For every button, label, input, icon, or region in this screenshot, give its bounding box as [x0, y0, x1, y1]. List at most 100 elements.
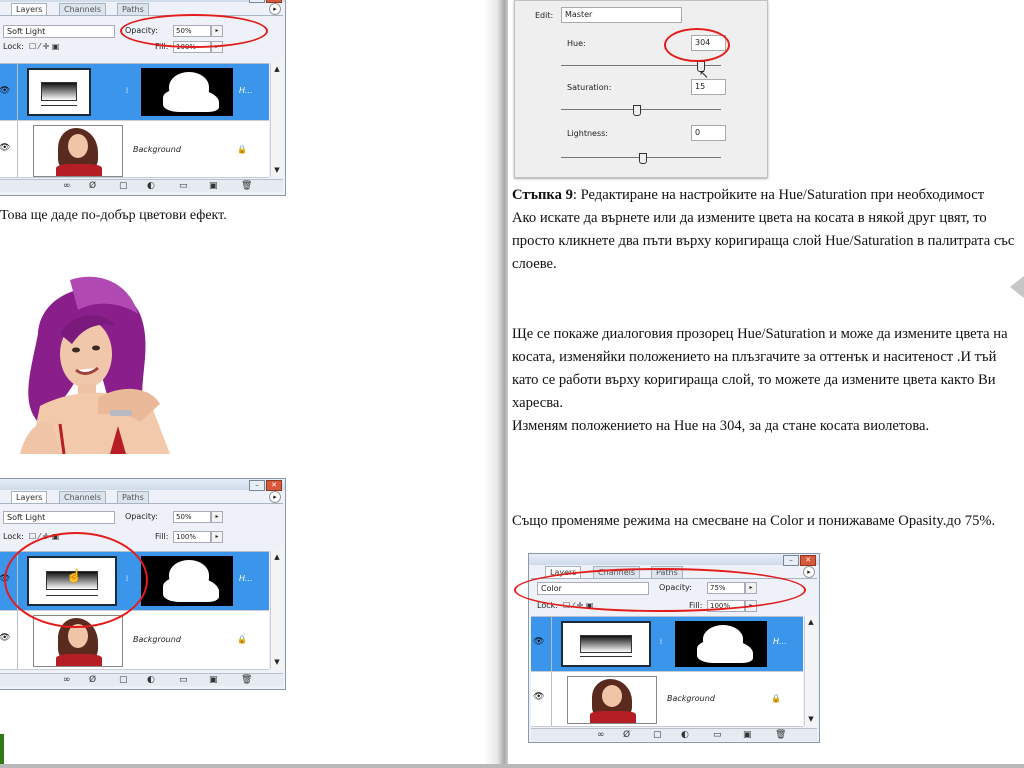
scroll-down-icon[interactable]: ▼	[805, 715, 817, 724]
layer-row-background[interactable]: 👁 Background 🔒	[0, 121, 269, 178]
fill-spin-icon[interactable]: ▸	[745, 600, 757, 612]
fx-icon[interactable]: Ø	[89, 674, 96, 686]
layer-row-hue-saturation[interactable]: 👁 ⁞ H...	[531, 617, 803, 672]
new-layer-icon[interactable]: ▣	[743, 729, 752, 741]
trash-icon[interactable]: 🗑	[241, 180, 252, 192]
fx-icon[interactable]: Ø	[89, 180, 96, 192]
layer-row-hue-saturation[interactable]: 👁 ⁞ H...	[0, 552, 269, 611]
panel-menu-icon[interactable]: ▸	[803, 566, 815, 578]
tab-paths[interactable]: Paths	[117, 491, 149, 503]
layer-mask-thumbnail[interactable]	[141, 556, 233, 606]
layers-scrollbar[interactable]: ▲ ▼	[804, 616, 817, 726]
new-layer-icon[interactable]: ▣	[209, 180, 218, 192]
fill-spin-icon[interactable]: ▸	[211, 41, 223, 53]
layer-mask-thumbnail[interactable]	[675, 621, 767, 667]
fill-spin-icon[interactable]: ▸	[211, 531, 223, 543]
saturation-slider-track[interactable]	[561, 109, 721, 110]
scroll-down-icon[interactable]: ▼	[271, 658, 283, 667]
fill-field[interactable]: 100%	[173, 41, 211, 53]
layer-name[interactable]: Background	[667, 694, 715, 703]
adjustment-thumbnail[interactable]	[561, 621, 651, 667]
tab-layers[interactable]: Layers	[545, 566, 582, 578]
folder-icon[interactable]: ▭	[179, 180, 188, 192]
tab-paths[interactable]: Paths	[117, 3, 149, 15]
scroll-up-icon[interactable]: ▲	[271, 65, 283, 74]
link-chain-icon[interactable]: ⁞	[123, 86, 131, 95]
hue-field[interactable]: 304	[691, 35, 726, 51]
fill-field[interactable]: 100%	[173, 531, 211, 543]
blend-mode-select[interactable]: Soft Light	[3, 25, 115, 38]
adjustment-thumbnail[interactable]	[27, 68, 91, 116]
layers-scrollbar[interactable]: ▲ ▼	[270, 551, 283, 669]
lightness-slider-thumb[interactable]	[639, 153, 647, 164]
layer-name[interactable]: H...	[239, 86, 253, 95]
eye-icon[interactable]: 👁	[0, 86, 15, 96]
lock-icons[interactable]: ☐ ⁄ ✛ ▣	[29, 532, 59, 541]
background-thumbnail[interactable]	[567, 676, 657, 724]
adjustment-icon[interactable]: ◐	[681, 729, 689, 741]
link-icon[interactable]: ∞	[597, 729, 605, 741]
eye-icon[interactable]: 👁	[533, 637, 549, 647]
minimize-button[interactable]: –	[249, 480, 265, 491]
tab-layers[interactable]: Layers	[11, 491, 48, 503]
eye-icon[interactable]: 👁	[0, 574, 15, 584]
saturation-field[interactable]: 15	[691, 79, 726, 95]
link-chain-icon[interactable]: ⁞	[123, 574, 131, 583]
close-button[interactable]: ✕	[266, 480, 282, 491]
eye-icon[interactable]: 👁	[533, 692, 549, 702]
mask-icon[interactable]: ▢	[119, 180, 128, 192]
adjustment-icon[interactable]: ◐	[147, 180, 155, 192]
next-page-arrow-icon[interactable]	[1010, 276, 1024, 298]
layer-mask-thumbnail[interactable]	[141, 68, 233, 116]
tab-channels[interactable]: Channels	[59, 491, 107, 503]
opacity-field[interactable]: 50%	[173, 511, 211, 523]
trash-icon[interactable]: 🗑	[241, 674, 252, 686]
folder-icon[interactable]: ▭	[179, 674, 188, 686]
link-icon[interactable]: ∞	[63, 674, 71, 686]
background-thumbnail[interactable]	[33, 125, 123, 177]
layer-name[interactable]: H...	[239, 574, 253, 583]
blend-mode-select[interactable]: Soft Light	[3, 511, 115, 524]
close-button[interactable]: ✕	[800, 555, 816, 566]
layer-name[interactable]: Background	[133, 145, 181, 154]
saturation-slider-thumb[interactable]	[633, 105, 641, 116]
layer-row-hue-saturation[interactable]: 👁 ⁞ H...	[0, 64, 269, 121]
mask-icon[interactable]: ▢	[653, 729, 662, 741]
link-icon[interactable]: ∞	[63, 180, 71, 192]
layer-name[interactable]: H...	[773, 637, 787, 646]
scroll-up-icon[interactable]: ▲	[271, 553, 283, 562]
opacity-spin-icon[interactable]: ▸	[211, 25, 223, 37]
link-chain-icon[interactable]: ⁞	[657, 637, 665, 646]
trash-icon[interactable]: 🗑	[775, 729, 786, 741]
layer-name[interactable]: Background	[133, 635, 181, 644]
folder-icon[interactable]: ▭	[713, 729, 722, 741]
adjustment-icon[interactable]: ◐	[147, 674, 155, 686]
layer-row-background[interactable]: 👁 Background 🔒	[0, 611, 269, 670]
scroll-down-icon[interactable]: ▼	[271, 166, 283, 175]
scroll-up-icon[interactable]: ▲	[805, 618, 817, 627]
tab-layers[interactable]: Layers	[11, 3, 48, 15]
layers-scrollbar[interactable]: ▲ ▼	[270, 63, 283, 177]
opacity-field[interactable]: 50%	[173, 25, 211, 37]
eye-icon[interactable]: 👁	[0, 143, 15, 153]
opacity-spin-icon[interactable]: ▸	[211, 511, 223, 523]
panel-menu-icon[interactable]: ▸	[269, 491, 281, 503]
tab-paths[interactable]: Paths	[651, 566, 683, 578]
panel-menu-icon[interactable]: ▸	[269, 3, 281, 15]
new-layer-icon[interactable]: ▣	[209, 674, 218, 686]
layer-row-background[interactable]: 👁 Background 🔒	[531, 672, 803, 727]
fx-icon[interactable]: Ø	[623, 729, 630, 741]
mask-icon[interactable]: ▢	[119, 674, 128, 686]
lightness-field[interactable]: 0	[691, 125, 726, 141]
minimize-button[interactable]: –	[783, 555, 799, 566]
background-thumbnail[interactable]	[33, 615, 123, 667]
opacity-field[interactable]: 75%	[707, 582, 745, 594]
tab-channels[interactable]: Channels	[593, 566, 641, 578]
fill-field[interactable]: 100%	[707, 600, 745, 612]
blend-mode-select[interactable]: Color	[537, 582, 649, 595]
opacity-spin-icon[interactable]: ▸	[745, 582, 757, 594]
lock-icons[interactable]: ☐ ⁄ ✛ ▣	[29, 42, 59, 51]
tab-channels[interactable]: Channels	[59, 3, 107, 15]
lock-icons[interactable]: ☐ ⁄ ✛ ▣	[563, 601, 593, 610]
edit-select[interactable]: Master	[561, 7, 682, 23]
